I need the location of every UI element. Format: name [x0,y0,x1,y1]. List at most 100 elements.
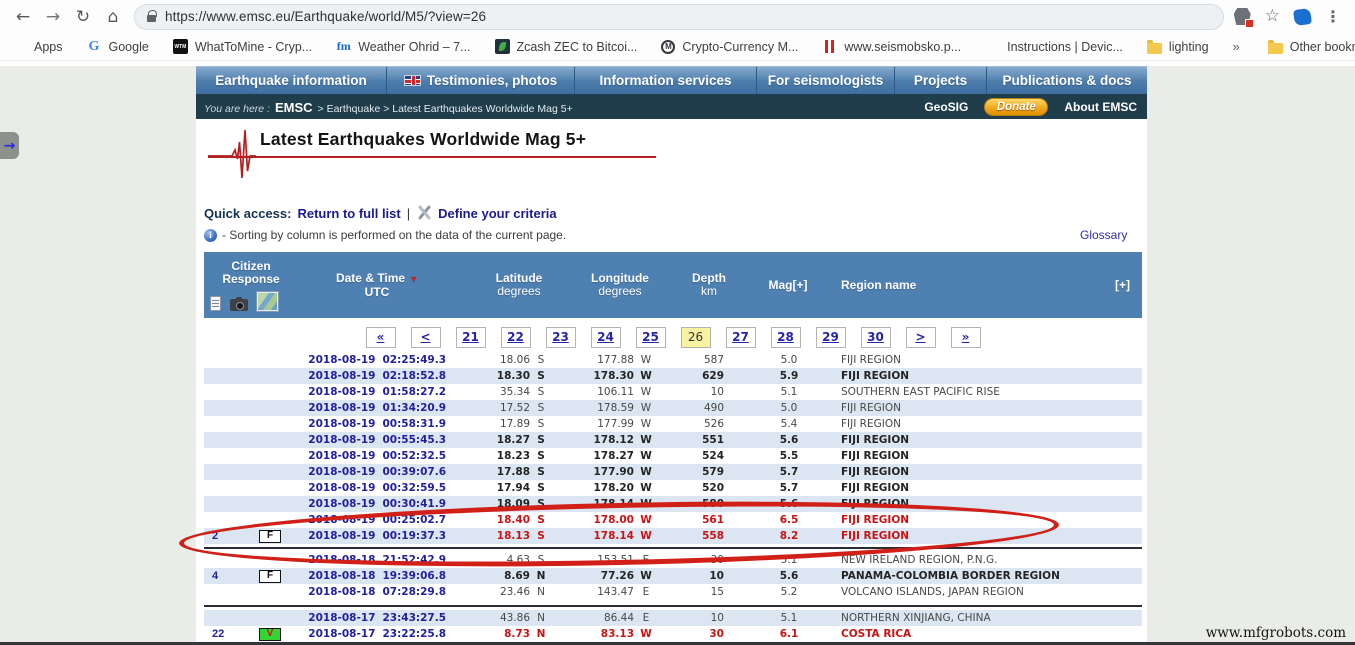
page-link[interactable]: » [951,327,981,348]
region-name[interactable]: FIJI REGION [824,432,1142,448]
region-name[interactable]: NORTHERN XINJIANG, CHINA [824,610,1142,626]
url-text[interactable]: https://www.emsc.eu/Earthquake/world/M5/… [165,9,486,24]
bookmark-item[interactable]: lighting [1147,39,1209,54]
column-date-time[interactable]: Date & Time▼ UTC [298,252,456,318]
region-name[interactable]: SOUTHERN EAST PACIFIC RISE [824,384,1142,400]
breadcrumb-emsc-link[interactable]: EMSC [275,100,313,115]
other-bookmarks-button[interactable]: Other bookmarks [1268,39,1355,54]
report-icon[interactable] [210,296,221,311]
nav-item-projects[interactable]: Projects [894,67,986,94]
event-datetime-link[interactable]: 2018-08-1821:52:42.9 [298,552,456,568]
nav-item-testimonies-photos[interactable]: Testimonies, photos [386,67,574,94]
event-datetime-link[interactable]: 2018-08-1900:19:37.3 [298,528,456,544]
event-datetime-link[interactable]: 2018-08-1900:25:02.7 [298,512,456,528]
event-datetime-link[interactable]: 2018-08-1902:18:52.8 [298,368,456,384]
column-longitude[interactable]: Longitudedegrees [552,252,658,318]
forward-icon[interactable]: → [38,4,68,30]
bookmark-item[interactable]: fmWeather Ohrid – 7... [336,39,470,54]
extension-badge-icon[interactable] [1234,8,1251,25]
bookmark-item[interactable]: MCrypto-Currency M... [661,40,798,54]
region-name[interactable]: FIJI REGION [824,400,1142,416]
bookmark-item[interactable]: Zcash ZEC to Bitcoi... [495,39,638,54]
region-name[interactable]: FIJI REGION [824,496,1142,512]
region-name[interactable]: PANAMA-COLOMBIA BORDER REGION [824,568,1142,584]
region-name[interactable]: VOLCANO ISLANDS, JAPAN REGION [824,584,1142,600]
nav-item-for-seismologists[interactable]: For seismologists [756,67,894,94]
event-datetime-link[interactable]: 2018-08-1723:22:25.8 [298,626,456,642]
about-emsc-link[interactable]: About EMSC [1064,100,1137,114]
page-link[interactable]: 21 [456,327,486,348]
event-datetime-link[interactable]: 2018-08-1901:58:27.2 [298,384,456,400]
citizen-response-count[interactable]: 4 [204,568,242,584]
earthquake-row: 2018-08-1900:32:59.517.94S178.20W5205.7F… [204,480,1142,496]
glossary-link[interactable]: Glossary [1080,228,1127,242]
nav-item-information-services[interactable]: Information services [574,67,756,94]
region-name[interactable]: FIJI REGION [824,528,1142,544]
home-icon[interactable]: ⌂ [98,4,128,30]
page-link[interactable]: 24 [591,327,621,348]
column-region-name[interactable]: Region name [824,252,1102,318]
bookmark-item[interactable]: GGoogle [87,39,149,54]
page-link[interactable]: « [366,327,396,348]
region-name[interactable]: FIJI REGION [824,480,1142,496]
citizen-response-count[interactable]: 2 [204,528,242,544]
region-name[interactable]: FIJI REGION [824,464,1142,480]
region-name[interactable]: NEW IRELAND REGION, P.N.G. [824,552,1142,568]
event-datetime-link[interactable]: 2018-08-1902:25:49.3 [298,352,456,368]
bookmark-star-icon[interactable]: ☆ [1265,8,1280,25]
region-name[interactable]: FIJI REGION [824,448,1142,464]
citizen-response-count[interactable]: 22 [204,626,242,642]
browser-menu-icon[interactable]: ⋮ [1325,7,1341,26]
page-link[interactable]: 23 [546,327,576,348]
geosig-link[interactable]: GeoSIG [924,100,968,114]
breadcrumb-path[interactable]: > Earthquake > Latest Earthquakes Worldw… [318,103,573,115]
column-citizen-response[interactable]: Citizen Response [204,252,298,318]
camera-icon[interactable] [230,299,248,311]
region-name[interactable]: FIJI REGION [824,512,1142,528]
page-link[interactable]: 30 [861,327,891,348]
column-expand[interactable]: [+] [1102,252,1142,318]
map-icon[interactable] [257,292,278,311]
bookmark-item[interactable]: Apps [12,39,63,54]
page-link[interactable]: 27 [726,327,756,348]
page-link[interactable]: > [906,327,936,348]
define-criteria-link[interactable]: Define your criteria [438,206,557,221]
reload-icon[interactable]: ↻ [68,4,98,30]
event-datetime-link[interactable]: 2018-08-1807:28:29.8 [298,584,456,600]
column-magnitude[interactable]: Mag[+] [740,252,824,318]
region-name[interactable]: FIJI REGION [824,368,1142,384]
event-datetime-link[interactable]: 2018-08-1723:43:27.5 [298,610,456,626]
extension-blue-icon[interactable] [1293,7,1312,25]
event-time: 01:34:20.9 [382,402,446,414]
sidebar-expander-tab[interactable]: → [0,132,19,159]
url-bar[interactable]: https://www.emsc.eu/Earthquake/world/M5/… [134,4,1224,30]
column-depth[interactable]: Depthkm [658,252,740,318]
region-name[interactable]: FIJI REGION [824,352,1142,368]
region-name[interactable]: COSTA RICA [824,626,1142,642]
event-datetime-link[interactable]: 2018-08-1901:34:20.9 [298,400,456,416]
back-icon[interactable]: ← [8,4,38,30]
bookmark-item[interactable]: Instructions | Devic... [985,39,1123,54]
bookmarks-overflow-icon[interactable]: » [1233,39,1240,54]
page-current[interactable]: 26 [681,327,711,348]
column-latitude[interactable]: Latitudedegrees [456,252,552,318]
event-datetime-link[interactable]: 2018-08-1900:58:31.9 [298,416,456,432]
bookmark-item[interactable]: www.seismobsko.p... [822,39,961,54]
event-datetime-link[interactable]: 2018-08-1900:55:45.3 [298,432,456,448]
page-link[interactable]: 28 [771,327,801,348]
return-to-full-list-link[interactable]: Return to full list [297,206,400,221]
donate-button[interactable]: Donate [984,98,1048,116]
event-datetime-link[interactable]: 2018-08-1900:30:41.9 [298,496,456,512]
nav-item-earthquake-information[interactable]: Earthquake information [196,67,386,94]
event-datetime-link[interactable]: 2018-08-1900:52:32.5 [298,448,456,464]
nav-item-publications-docs[interactable]: Publications & docs [986,67,1147,94]
bookmark-item[interactable]: WTMWhatToMine - Cryp... [173,39,312,54]
page-link[interactable]: 29 [816,327,846,348]
event-datetime-link[interactable]: 2018-08-1900:39:07.6 [298,464,456,480]
event-datetime-link[interactable]: 2018-08-1819:39:06.8 [298,568,456,584]
region-name[interactable]: FIJI REGION [824,416,1142,432]
page-link[interactable]: 25 [636,327,666,348]
event-datetime-link[interactable]: 2018-08-1900:32:59.5 [298,480,456,496]
page-link[interactable]: < [411,327,441,348]
page-link[interactable]: 22 [501,327,531,348]
